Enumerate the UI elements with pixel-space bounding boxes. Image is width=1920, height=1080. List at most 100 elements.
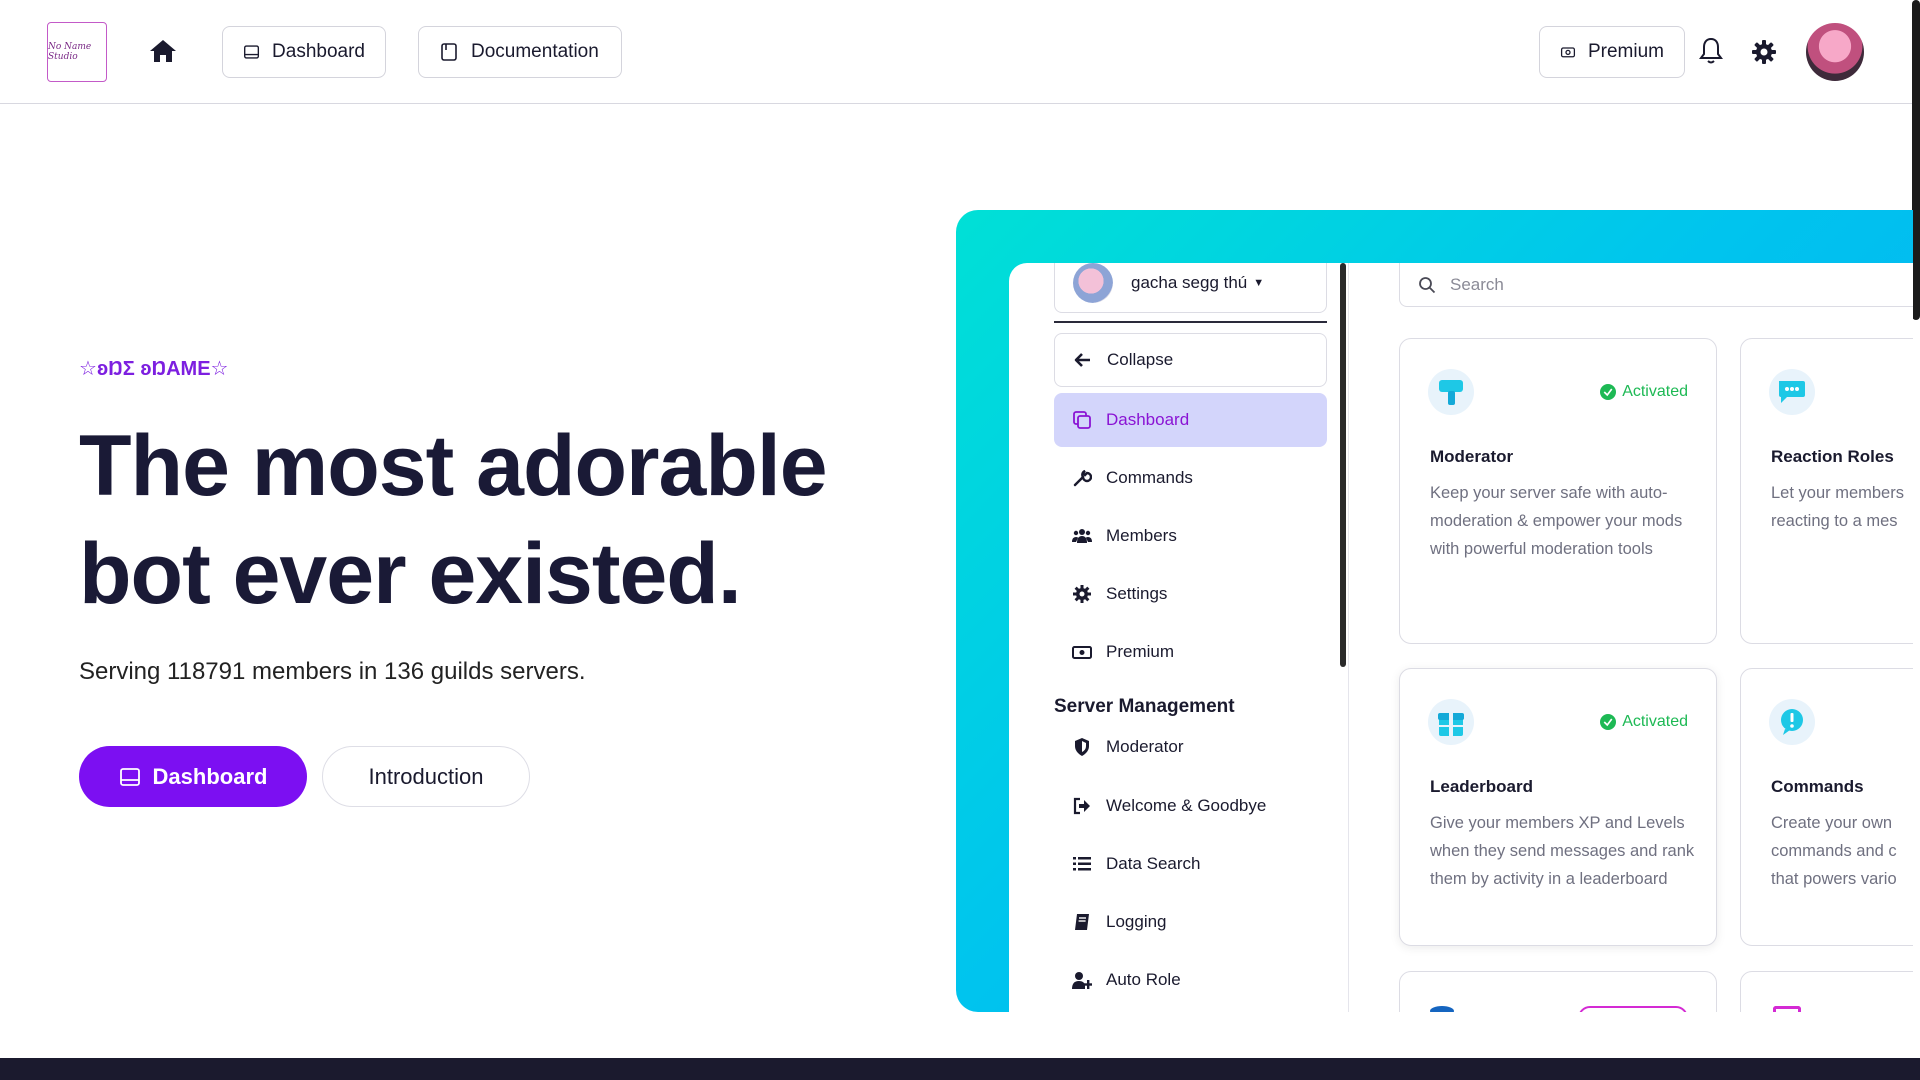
hero-title-line-2: bot ever existed. [79,526,742,622]
site-logo[interactable]: No Name Studio [47,22,107,82]
sign-out-icon [1073,797,1090,815]
feature-card-commands[interactable]: Commands Create your own commands and c … [1740,668,1913,946]
feature-card-reaction-roles[interactable]: Reaction Roles Let your members reacting… [1740,338,1913,644]
user-avatar[interactable] [1806,23,1864,81]
sidebar-item-dashboard[interactable]: Dashboard [1054,393,1327,447]
chat-icon [1779,381,1805,403]
card-title: Commands [1771,777,1864,796]
sidebar-item-label: Settings [1106,584,1168,603]
gear-icon [1073,585,1091,603]
status-badge-label: Activated [1622,383,1688,400]
nav-documentation-button[interactable]: Documentation [418,26,622,78]
card-icon-bg [1428,369,1474,415]
dashboard-icon [119,767,140,786]
card-description-line: Create your own [1771,814,1893,832]
preview-sidebar: gacha segg thú ▼ Collapse Dashboard Comm… [1009,263,1349,1012]
card-icon-bg [1769,369,1815,415]
sidebar-item-collapse[interactable]: Collapse [1054,333,1327,387]
search-placeholder: Search [1450,274,1504,294]
sidebar-item-label: Commands [1106,468,1193,487]
sidebar-item-label: Data Search [1106,854,1201,873]
card-title: Leaderboard [1430,777,1533,796]
shield-icon [1075,738,1089,756]
copy-icon [1073,411,1091,429]
sidebar-divider [1054,321,1327,323]
list-icon [1073,857,1091,871]
card-icon-partial [1430,1006,1454,1012]
dashboard-icon [244,45,260,59]
guild-selector[interactable]: gacha segg thú ▼ [1054,263,1327,313]
brand-tagline: ☆ʚŊΣ ʚŊAME☆ [79,358,229,380]
card-description-line: that powers vario [1771,870,1897,888]
sidebar-scrollbar[interactable] [1340,263,1346,667]
gavel-icon [1439,380,1463,405]
gift-icon [1438,713,1464,736]
card-icon-partial [1773,1006,1801,1012]
status-badge: Activated [1600,713,1688,731]
sidebar-item-label: Moderator [1106,737,1184,756]
sidebar-item-logging[interactable]: Logging [1054,895,1327,949]
hero-title: The most adorable bot ever existed. [79,412,899,628]
sidebar-item-premium[interactable]: Premium [1054,625,1327,679]
sidebar-item-label: Members [1106,526,1177,545]
book-icon [441,43,457,61]
sidebar-section-heading: Server Management [1054,696,1235,717]
hero-dashboard-button[interactable]: Dashboard [79,746,307,807]
search-icon [1419,276,1436,293]
sidebar-item-members[interactable]: Members [1054,509,1327,563]
feature-card-partial[interactable] [1399,971,1717,1012]
home-icon[interactable] [148,38,178,64]
status-badge-label: Activated [1622,713,1688,730]
sidebar-item-data-search[interactable]: Data Search [1054,837,1327,891]
status-badge: Activated [1600,383,1688,401]
hero-introduction-button[interactable]: Introduction [322,746,530,807]
feature-card-moderator[interactable]: Activated Moderator Keep your server saf… [1399,338,1717,644]
guild-name: gacha segg thú [1131,273,1248,292]
guild-avatar [1073,263,1113,303]
feature-card-leaderboard[interactable]: Activated Leaderboard Give your members … [1399,668,1717,946]
premium-icon [1560,47,1576,58]
check-circle-icon [1600,384,1617,400]
gear-icon[interactable] [1750,38,1778,66]
nav-dashboard-label: Dashboard [272,41,365,62]
book-icon [1075,914,1089,930]
sidebar-item-auto-role[interactable]: Auto Role [1054,953,1327,1007]
hero-title-line-1: The most adorable [79,418,828,514]
card-description: Keep your server safe with auto-moderati… [1430,484,1683,558]
card-icon-bg [1769,699,1815,745]
nav-premium-label: Premium [1587,41,1664,62]
hero-subtitle: Serving 118791 members in 136 guilds ser… [79,658,586,685]
page-scrollbar[interactable] [1912,0,1920,320]
sidebar-item-label: Auto Role [1106,970,1181,989]
caret-down-icon: ▼ [1253,277,1265,289]
logo-text: No Name Studio [48,42,92,62]
hero-introduction-label: Introduction [368,763,484,789]
users-icon [1072,529,1092,543]
feature-card-partial[interactable] [1740,971,1913,1012]
status-badge-partial [1578,1006,1688,1012]
nav-documentation-label: Documentation [471,41,599,62]
card-icon-bg [1428,699,1474,745]
top-nav: No Name Studio Dashboard Documentation P… [0,0,1920,104]
search-input[interactable]: Search [1399,263,1913,307]
nav-dashboard-button[interactable]: Dashboard [222,26,386,78]
hero-dashboard-label: Dashboard [152,763,268,789]
card-description-line: Let your members [1771,484,1904,502]
bell-icon[interactable] [1697,36,1725,66]
sidebar-item-label: Premium [1106,642,1175,661]
user-plus-icon [1072,972,1092,989]
wrench-icon [1073,469,1092,487]
sidebar-item-settings[interactable]: Settings [1054,567,1327,621]
sidebar-item-welcome-goodbye[interactable]: Welcome & Goodbye [1054,779,1327,833]
card-description: Let your members reacting to a mes [1771,479,1913,535]
sidebar-item-label: Logging [1106,912,1167,931]
exclamation-chat-icon [1781,709,1803,735]
card-description-line: reacting to a mes [1771,512,1898,530]
nav-premium-button[interactable]: Premium [1539,26,1685,78]
sidebar-item-commands[interactable]: Commands [1054,451,1327,505]
sidebar-item-moderator[interactable]: Moderator [1054,725,1327,769]
footer-band [0,1058,1920,1080]
preview-window: gacha segg thú ▼ Collapse Dashboard Comm… [1009,263,1913,1012]
sidebar-item-label: Welcome & Goodbye [1106,796,1267,815]
card-description: Give your members XP and Levels when the… [1430,814,1695,888]
